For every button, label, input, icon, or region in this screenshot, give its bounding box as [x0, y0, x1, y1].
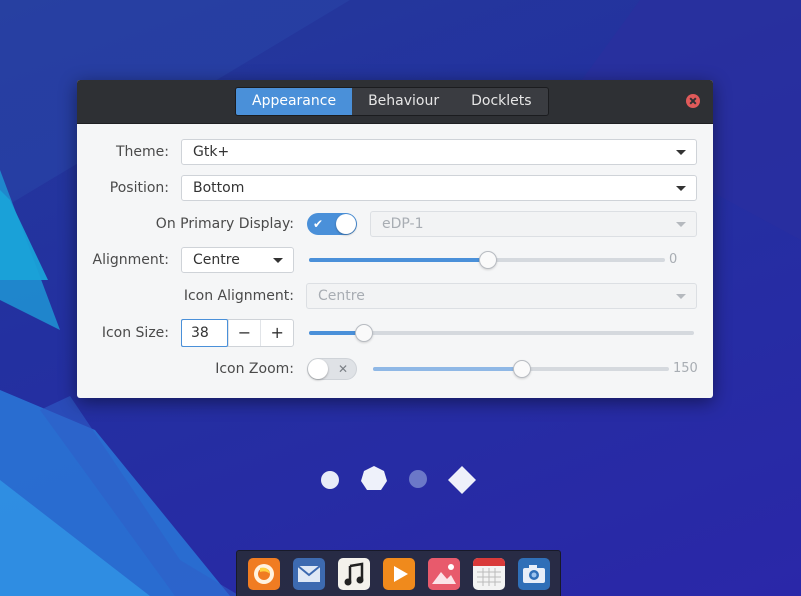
chevron-down-icon	[676, 294, 686, 299]
alignment-dropdown[interactable]: Centre	[181, 247, 294, 273]
icon-alignment-dropdown: Centre	[306, 283, 697, 309]
heptagon-shape-icon	[361, 466, 387, 490]
calendar-icon[interactable]	[473, 558, 505, 590]
chevron-down-icon	[676, 150, 686, 155]
slider-thumb[interactable]	[354, 324, 373, 342]
dock-preferences-dialog: Appearance Behaviour Docklets Theme: Gtk…	[77, 80, 713, 398]
switch-knob	[308, 359, 328, 379]
alignment-value: Centre	[193, 252, 240, 268]
circle-shape-icon	[321, 471, 339, 489]
alignment-row: Alignment: Centre 0	[77, 247, 713, 273]
music-icon[interactable]	[338, 558, 370, 590]
tab-bar: Appearance Behaviour Docklets	[235, 87, 549, 116]
theme-row: Theme: Gtk+	[77, 139, 713, 165]
chevron-down-icon	[676, 186, 686, 191]
icon-size-row: Icon Size: 38 − +	[77, 319, 713, 347]
icon-size-label: Icon Size:	[101, 325, 169, 341]
minus-button[interactable]: −	[227, 320, 261, 346]
position-label: Position:	[109, 180, 169, 196]
tab-appearance[interactable]: Appearance	[236, 88, 353, 115]
icon-size-input[interactable]: 38	[181, 319, 228, 347]
icon-zoom-value: 150	[673, 361, 698, 376]
mail-icon[interactable]	[293, 558, 325, 590]
slider-thumb[interactable]	[513, 360, 531, 378]
close-icon[interactable]	[686, 94, 700, 108]
check-icon: ✔	[313, 217, 324, 231]
photos-icon[interactable]	[428, 558, 460, 590]
primary-display-switch[interactable]: ✔	[307, 213, 357, 235]
display-dropdown: eDP-1	[370, 211, 697, 237]
x-icon: ✕	[337, 362, 348, 376]
chevron-down-icon	[676, 222, 686, 227]
icon-size-spinbutton: 38 − +	[181, 319, 294, 347]
offset-value: 0	[669, 252, 678, 267]
icon-alignment-value: Centre	[318, 288, 365, 304]
diamond-shape-icon	[448, 466, 476, 494]
tab-behaviour[interactable]: Behaviour	[352, 88, 455, 115]
position-value: Bottom	[193, 180, 245, 196]
icon-zoom-slider[interactable]	[373, 359, 669, 379]
icon-zoom-label: Icon Zoom:	[215, 361, 294, 377]
icon-zoom-row: Icon Zoom: ✕ 150	[77, 356, 713, 382]
primary-display-label: On Primary Display:	[155, 216, 294, 232]
media-player-icon[interactable]	[383, 558, 415, 590]
display-value: eDP-1	[382, 216, 424, 232]
alignment-label: Alignment:	[92, 252, 169, 268]
theme-dropdown[interactable]: Gtk+	[181, 139, 697, 165]
icon-alignment-label: Icon Alignment:	[183, 288, 294, 304]
dock	[236, 550, 561, 596]
icon-size-slider[interactable]	[309, 323, 694, 343]
icon-zoom-switch[interactable]: ✕	[307, 358, 357, 380]
circle-dim-shape-icon	[409, 470, 427, 488]
position-row: Position: Bottom	[77, 175, 713, 201]
slider-fill	[309, 258, 487, 262]
titlebar: Appearance Behaviour Docklets	[77, 80, 713, 124]
primary-display-row: On Primary Display: ✔ eDP-1	[77, 211, 713, 237]
position-dropdown[interactable]: Bottom	[181, 175, 697, 201]
chevron-down-icon	[273, 258, 283, 263]
slider-fill	[373, 367, 521, 371]
screenshot-icon[interactable]	[518, 558, 550, 590]
plus-button[interactable]: +	[260, 320, 293, 346]
icon-alignment-row: Icon Alignment: Centre	[77, 283, 713, 309]
tab-docklets[interactable]: Docklets	[455, 88, 547, 115]
offset-slider[interactable]	[309, 250, 665, 270]
firefox-icon[interactable]	[248, 558, 280, 590]
switch-knob	[336, 214, 356, 234]
theme-value: Gtk+	[193, 144, 230, 160]
theme-label: Theme:	[115, 144, 169, 160]
slider-thumb[interactable]	[479, 251, 497, 269]
